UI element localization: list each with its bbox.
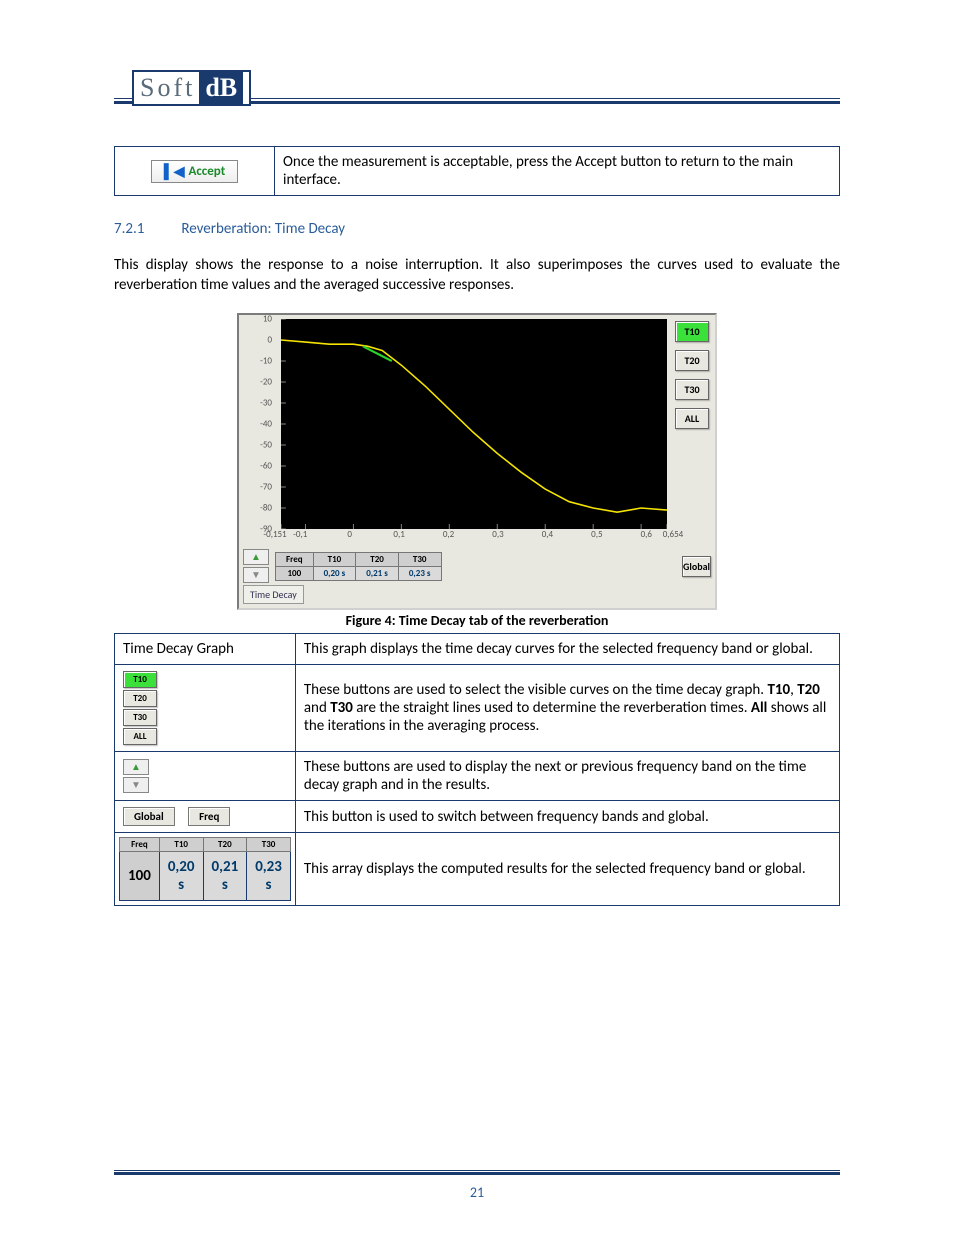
accept-table: ▌◀ Accept Once the measurement is accept… xyxy=(114,146,840,196)
tab-label[interactable]: Time Decay xyxy=(243,585,304,604)
results-table-small: FreqT10T20T301000,20 s0,21 s0,23 s xyxy=(119,837,291,901)
curve-buttons: T10 T20 T30 ALL xyxy=(673,319,711,529)
logo: Soft dB xyxy=(132,70,251,106)
desc-text-2: These buttons are used to display the ne… xyxy=(295,752,839,801)
freq-button-small[interactable]: Freq xyxy=(188,807,230,826)
t-button-stack: T10 T20 T30 ALL xyxy=(123,671,157,745)
curve-button-t30-small[interactable]: T30 xyxy=(123,709,157,726)
section-heading: 7.2.1 Reverberation: Time Decay xyxy=(114,220,840,238)
curve-button-all[interactable]: ALL xyxy=(675,408,709,429)
figure-caption: Figure 4: Time Decay tab of the reverber… xyxy=(114,612,840,629)
desc-text-4: This array displays the computed results… xyxy=(295,833,839,906)
footer-rule xyxy=(114,1170,840,1175)
desc-text-3: This button is used to switch between fr… xyxy=(295,801,839,833)
decay-plot xyxy=(281,319,667,529)
desc-label-0: Time Decay Graph xyxy=(115,634,296,665)
curve-button-t10[interactable]: T10 xyxy=(675,321,709,342)
curve-button-t20[interactable]: T20 xyxy=(675,350,709,371)
accept-icon: ▌◀ xyxy=(164,163,185,180)
page-number: 21 xyxy=(0,1184,954,1201)
time-decay-figure: 100-10-20-30-40-50-60-70-80-90 T10 T20 T30… xyxy=(237,313,717,610)
logo-db: dB xyxy=(199,70,243,106)
results-table: FreqT10T20T301000,20 s0,21 s0,23 s xyxy=(275,552,442,581)
logo-soft: Soft xyxy=(140,73,195,103)
section-title: Reverberation: Time Decay xyxy=(181,220,345,238)
freq-down-button[interactable]: ▼ xyxy=(243,567,269,583)
freq-down-button-small[interactable]: ▼ xyxy=(123,777,149,793)
intro-paragraph: This display shows the response to a noi… xyxy=(114,256,840,295)
freq-up-button[interactable]: ▲ xyxy=(243,549,269,565)
description-table: Time Decay Graph This graph displays the… xyxy=(114,633,840,906)
y-axis: 100-10-20-30-40-50-60-70-80-90 xyxy=(243,319,275,529)
accept-button[interactable]: ▌◀ Accept xyxy=(151,160,238,183)
curve-button-t20-small[interactable]: T20 xyxy=(123,690,157,707)
accept-description: Once the measurement is acceptable, pres… xyxy=(275,147,840,196)
rule-left xyxy=(114,98,132,104)
freq-step-buttons: ▲ ▼ xyxy=(243,549,269,583)
accept-label: Accept xyxy=(188,164,225,179)
global-button-small[interactable]: Global xyxy=(123,807,175,826)
curve-button-t30[interactable]: T30 xyxy=(675,379,709,400)
section-number: 7.2.1 xyxy=(114,220,178,238)
desc-text-0: This graph displays the time decay curve… xyxy=(295,634,839,665)
rule-right xyxy=(251,98,840,104)
desc-text-1: These buttons are used to select the vis… xyxy=(295,665,839,752)
arrow-stack: ▲ ▼ xyxy=(123,759,149,793)
curve-button-t10-small[interactable]: T10 xyxy=(123,671,157,688)
x-axis: -0,151-0,100,10,20,30,40,50,60,654 xyxy=(275,529,673,543)
freq-up-button-small[interactable]: ▲ xyxy=(123,759,149,775)
curve-button-all-small[interactable]: ALL xyxy=(123,728,157,745)
header: Soft dB xyxy=(114,70,840,106)
global-button[interactable]: Global xyxy=(682,556,711,577)
